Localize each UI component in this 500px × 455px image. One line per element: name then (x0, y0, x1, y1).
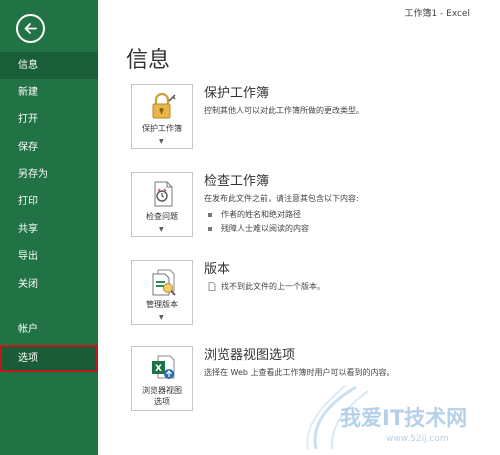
nav-item-print[interactable]: 打印 (0, 188, 98, 215)
svg-text:X: X (155, 364, 162, 374)
browser-view-description: 选择在 Web 上查看此工作簿时用户可以看到的内容。 (204, 368, 395, 377)
watermark-title: 我爱IT技术网 (340, 406, 467, 430)
nav-item-save-as[interactable]: 另存为 (0, 161, 98, 188)
browser-view-icon: X (152, 355, 175, 379)
inspect-bullet-item: 作者的姓名和绝对路径 (208, 209, 301, 220)
protect-workbook-button[interactable]: 保护工作簿 ▼ (131, 84, 193, 149)
dropdown-caret-icon: ▼ (159, 226, 164, 233)
browser-view-options-label-line2: 选项 (154, 397, 170, 406)
bullet-square-icon (208, 226, 212, 231)
nav-item-open[interactable]: 打开 (0, 106, 98, 133)
back-button[interactable] (16, 14, 45, 43)
nav-item-export[interactable]: 导出 (0, 243, 98, 270)
nav-item-info[interactable]: 信息 (0, 52, 98, 79)
inspect-workbook-title: 检查工作簿 (204, 174, 270, 189)
manage-versions-icon (152, 269, 176, 296)
nav-item-close[interactable]: 关闭 (0, 271, 98, 298)
dropdown-caret-icon: ▼ (159, 314, 164, 321)
watermark-logo: 我爱IT技术网 www.52ij.com (306, 385, 467, 450)
inspect-bullet-item: 残障人士难以阅读的内容 (208, 223, 309, 234)
document-icon (208, 282, 216, 291)
nav-item-new[interactable]: 新建 (0, 79, 98, 106)
browser-view-options-label-line1: 浏览器视图 (142, 386, 182, 395)
nav-item-account[interactable]: 帐户 (0, 316, 98, 343)
backstage-sidebar: 信息 新建 打开 保存 另存为 打印 共享 导出 关闭 帐户 选项 (0, 0, 98, 455)
protect-workbook-title: 保护工作簿 (204, 86, 270, 101)
back-arrow-icon (24, 23, 37, 34)
nav-item-share[interactable]: 共享 (0, 216, 98, 243)
manage-versions-button-label: 管理版本 (146, 300, 178, 309)
inspect-bullet-text: 作者的姓名和绝对路径 (221, 210, 301, 219)
versions-description-text: 找不到此文件的上一个版本。 (221, 282, 325, 291)
bullet-square-icon (208, 212, 212, 217)
inspect-workbook-description: 在发布此文件之前，请注意其包含以下内容: (204, 194, 359, 203)
nav-item-save[interactable]: 保存 (0, 134, 98, 161)
watermark-url: www.52ij.com (386, 434, 449, 444)
check-for-issues-button-label: 检查问题 (146, 212, 178, 221)
dropdown-caret-icon: ▼ (159, 138, 164, 145)
browser-view-title: 浏览器视图选项 (204, 348, 296, 363)
page-title: 信息 (126, 48, 171, 73)
manage-versions-button[interactable]: 管理版本 ▼ (131, 260, 193, 325)
lock-icon (152, 92, 176, 119)
nav-item-options[interactable]: 选项 (0, 345, 98, 372)
protect-workbook-button-label: 保护工作簿 (142, 124, 182, 133)
check-for-issues-button[interactable]: 检查问题 ▼ (131, 172, 193, 237)
inspect-bullet-text: 残障人士难以阅读的内容 (221, 224, 309, 233)
window-title: 工作簿1 - Excel (404, 9, 470, 19)
inspect-document-icon (154, 181, 173, 207)
browser-view-options-button-label: 浏览器视图 选项 (132, 385, 192, 407)
protect-workbook-description: 控制其他人可以对此工作簿所做的更改类型。 (204, 106, 364, 115)
browser-view-options-button[interactable]: X 浏览器视图 选项 (131, 346, 193, 411)
versions-description: 找不到此文件的上一个版本。 (208, 281, 325, 292)
versions-title: 版本 (204, 262, 231, 277)
